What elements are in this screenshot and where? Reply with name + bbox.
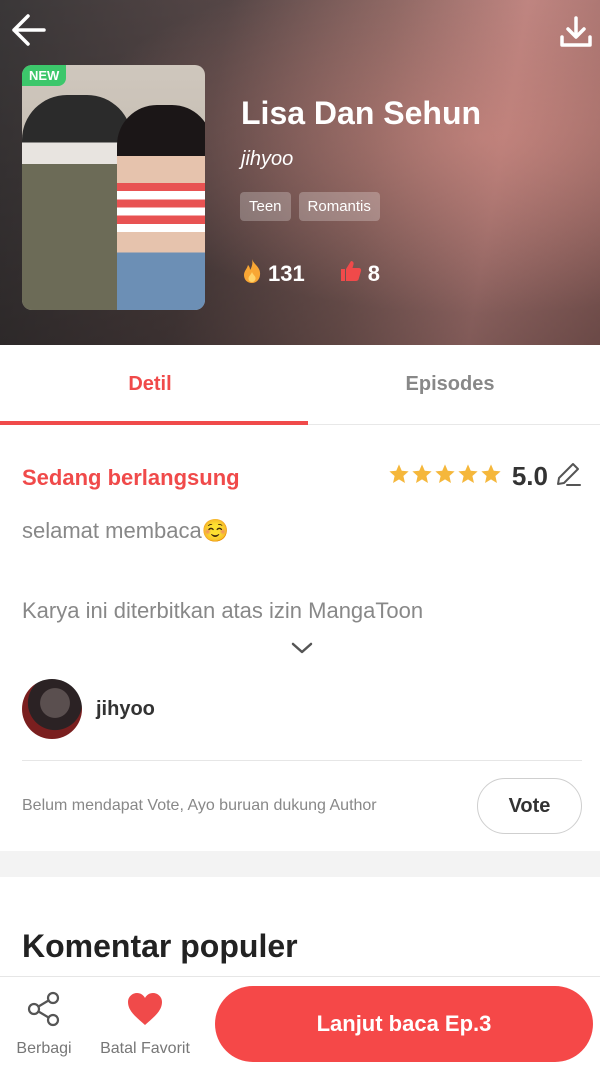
fire-icon: [241, 258, 263, 290]
star-icon: [388, 463, 410, 490]
star-icon: [411, 463, 433, 490]
edit-icon[interactable]: [554, 460, 582, 493]
heart-icon: [126, 991, 164, 1032]
story-author[interactable]: jihyoo: [241, 148, 293, 171]
publish-notice: Karya ini diterbitkan atas izin MangaToo…: [22, 598, 424, 623]
status-label: Sedang berlangsung: [22, 465, 240, 490]
tag-list: Teen Romantis: [240, 192, 380, 221]
comments-title: Komentar populer: [22, 928, 298, 964]
hero-header: NEW Lisa Dan Sehun jihyoo Teen Romantis …: [0, 0, 600, 345]
popularity-count: 131: [268, 261, 305, 286]
star-icon: [434, 463, 456, 490]
avatar[interactable]: [22, 679, 82, 739]
star-icon: [457, 463, 479, 490]
vote-button[interactable]: Vote: [477, 778, 582, 834]
tag-teen[interactable]: Teen: [240, 192, 291, 221]
continue-reading-button[interactable]: Lanjut baca Ep.3: [215, 986, 593, 1062]
story-stats: 131 8: [241, 258, 414, 290]
favorite-button[interactable]: Batal Favorit: [92, 991, 198, 1058]
download-icon[interactable]: [556, 12, 596, 52]
favorite-label: Batal Favorit: [100, 1040, 190, 1057]
star-rating: [388, 463, 502, 490]
share-label: Berbagi: [16, 1040, 72, 1057]
vote-message: Belum mendapat Vote, Ayo buruan dukung A…: [22, 797, 377, 814]
section-divider: [0, 851, 600, 877]
cover-figure-right: [117, 105, 205, 310]
back-arrow-icon[interactable]: [6, 10, 46, 50]
tab-episodes[interactable]: Episodes: [300, 345, 600, 424]
tag-romantis[interactable]: Romantis: [298, 192, 380, 221]
share-button[interactable]: Berbagi: [12, 991, 76, 1058]
story-title: Lisa Dan Sehun: [241, 95, 482, 131]
story-description: selamat membaca☺️: [22, 518, 230, 543]
cover-figure-left: [22, 95, 132, 310]
rating-value: 5.0: [511, 461, 548, 491]
share-icon: [26, 991, 62, 1032]
rating: 5.0: [388, 460, 582, 493]
tab-bar: Detil Episodes: [0, 345, 600, 425]
likes-count: 8: [367, 261, 380, 286]
cover-image[interactable]: [22, 65, 205, 310]
star-icon: [480, 463, 502, 490]
tab-detil[interactable]: Detil: [0, 345, 308, 425]
thumbs-up-icon: [339, 259, 363, 289]
author-row[interactable]: jihyoo: [22, 679, 155, 739]
chevron-down-icon[interactable]: [290, 640, 314, 656]
likes-stat: 8: [339, 259, 380, 289]
new-badge: NEW: [22, 65, 67, 86]
popularity-stat: 131: [241, 258, 305, 290]
divider: [22, 760, 582, 761]
author-name[interactable]: jihyoo: [96, 698, 155, 721]
